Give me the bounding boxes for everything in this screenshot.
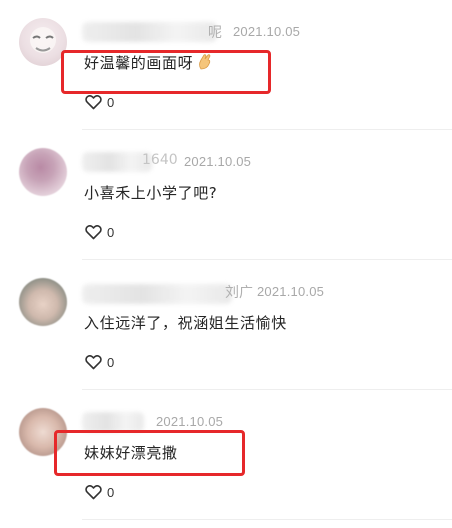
comment-text: 入住远洋了，祝涵姐生活愉快 [84, 314, 287, 332]
like-count: 0 [107, 354, 115, 370]
comment-item: 呢 2021.10.05 好温馨的画面呀 0 [0, 0, 452, 130]
highlight-box [54, 430, 245, 476]
like-button[interactable]: 0 [85, 353, 114, 371]
avatar[interactable] [19, 18, 67, 66]
username-tail: 1640 [142, 152, 178, 168]
like-button[interactable]: 0 [85, 483, 114, 501]
comment-item: 1640 2021.10.05 小喜禾上小学了吧? 0 [0, 130, 452, 260]
like-button[interactable]: 0 [85, 93, 114, 111]
heart-icon [85, 95, 102, 110]
heart-icon [85, 485, 102, 500]
heart-icon [85, 355, 102, 370]
highlight-box [61, 50, 271, 94]
comment-item: 2021.10.05 妹妹好漂亮撒 0 [0, 390, 452, 520]
username-tail: 呢 [208, 25, 222, 41]
username-blurred [82, 412, 144, 432]
like-button[interactable]: 0 [85, 223, 114, 241]
comment-date: 2021.10.05 [184, 154, 252, 169]
avatar[interactable] [19, 278, 67, 326]
like-count: 0 [107, 484, 115, 500]
divider [82, 519, 452, 520]
comment-date: 2021.10.05 [233, 24, 301, 39]
comment-text: 小喜禾上小学了吧? [84, 184, 218, 202]
comment-date: 2021.10.05 [257, 284, 325, 299]
username-blurred [82, 22, 217, 42]
like-count: 0 [107, 224, 115, 240]
avatar[interactable] [19, 148, 67, 196]
username-tail: 刘广 [225, 285, 253, 301]
cartoon-avatar-icon [30, 27, 56, 53]
like-count: 0 [107, 94, 115, 110]
comment-item: 刘广 2021.10.05 入住远洋了，祝涵姐生活愉快 0 [0, 260, 452, 390]
comment-date: 2021.10.05 [156, 414, 224, 429]
heart-icon [85, 225, 102, 240]
username-blurred [82, 284, 232, 304]
